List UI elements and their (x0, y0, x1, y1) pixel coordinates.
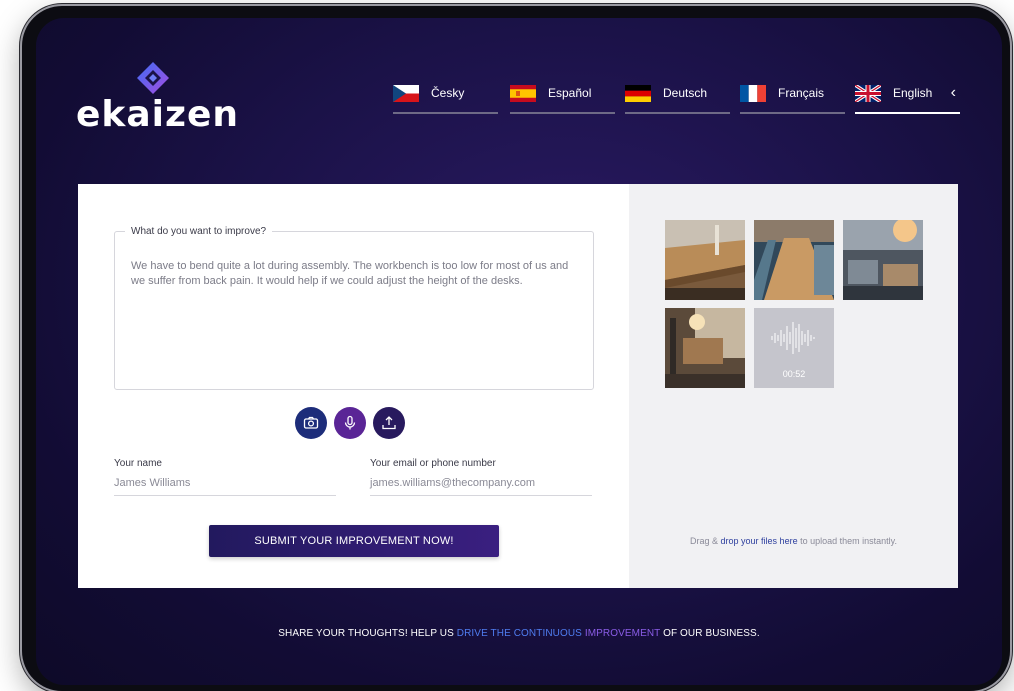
submit-improvement-button[interactable]: SUBMIT YOUR IMPROVEMENT NOW! (209, 525, 499, 557)
improvement-form-card: What do you want to improve? We have to … (78, 184, 958, 588)
attachment-thumbnail[interactable] (665, 220, 745, 300)
upload-button[interactable] (373, 407, 405, 439)
upload-icon (382, 416, 396, 430)
flag-czech-icon (393, 85, 419, 102)
language-option-german[interactable]: Deutsch (625, 82, 730, 114)
tagline-part-1: SHARE YOUR THOUGHTS! HELP US (278, 628, 457, 639)
tagline-part-3: IMPROVEMENT (584, 628, 661, 639)
attachment-thumbnail[interactable] (665, 308, 745, 388)
tagline-part-2: DRIVE THE CONTINUOUS (456, 628, 585, 639)
audio-duration: 00:52 (782, 369, 806, 379)
logo-mark-icon (137, 62, 169, 94)
app-screen: ekaizen Česky Español Deutsch Français E… (36, 18, 1002, 685)
drop-text-prefix: Drag & (690, 536, 721, 546)
photo-workshop-image (665, 220, 745, 300)
language-label: Français (778, 86, 825, 100)
microphone-icon (344, 415, 356, 430)
language-option-spanish[interactable]: Español (510, 82, 615, 114)
language-option-english[interactable]: English ‹ (855, 82, 960, 114)
logo-wordmark: ekaizen (76, 94, 239, 135)
photo-warehouse-image (665, 308, 745, 388)
language-label: Česky (431, 86, 465, 100)
flag-germany-icon (625, 85, 651, 102)
audio-waveform-icon (771, 322, 815, 354)
language-option-french[interactable]: Français (740, 82, 845, 114)
flag-uk-icon (855, 85, 881, 102)
flag-france-icon (740, 85, 766, 102)
flag-spain-icon (510, 85, 536, 102)
language-selector: Česky Español Deutsch Français English ‹ (393, 82, 960, 116)
improvement-label: What do you want to improve? (131, 226, 267, 237)
language-option-czech[interactable]: Česky (393, 82, 498, 114)
chevron-left-icon[interactable]: ‹ (951, 84, 956, 102)
footer-tagline: SHARE YOUR THOUGHTS! HELP US DRIVE THE C… (36, 628, 1002, 639)
improvement-text[interactable]: We have to bend quite a lot during assem… (131, 259, 571, 289)
attachment-thumbnail[interactable] (754, 220, 834, 300)
contact-field[interactable]: james.williams@thecompany.com (370, 477, 592, 496)
drop-text-suffix: to upload them instantly. (797, 536, 897, 546)
improvement-textarea[interactable]: What do you want to improve? We have to … (114, 226, 594, 390)
name-label: Your name (114, 458, 162, 469)
attachment-thumbnail[interactable] (843, 220, 923, 300)
contact-label: Your email or phone number (370, 458, 496, 469)
language-label: Español (548, 86, 592, 100)
name-field[interactable]: James Williams (114, 477, 336, 496)
photo-factory-floor-image (843, 220, 923, 300)
language-label: Deutsch (663, 86, 708, 100)
microphone-button[interactable] (334, 407, 366, 439)
file-drop-zone[interactable]: Drag & drop your files here to upload th… (629, 536, 958, 546)
language-label: English (893, 86, 933, 100)
camera-icon (303, 416, 319, 429)
tagline-part-4: OF OUR BUSINESS. (660, 628, 760, 639)
audio-attachment[interactable]: 00:52 (754, 308, 834, 388)
photo-workbench-image (754, 220, 834, 300)
drop-files-link[interactable]: drop your files here (721, 536, 798, 546)
attachments-panel: 00:52 Drag & drop your files here to upl… (629, 184, 958, 588)
camera-button[interactable] (295, 407, 327, 439)
